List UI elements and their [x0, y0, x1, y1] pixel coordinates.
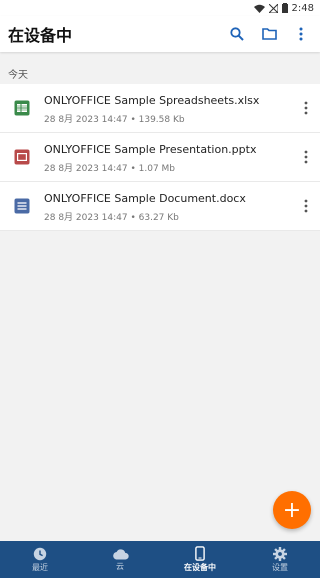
create-fab-button[interactable]: +: [273, 491, 311, 529]
search-icon: [230, 27, 244, 41]
spreadsheet-icon: [14, 100, 30, 116]
file-name: ONLYOFFICE Sample Spreadsheets.xlsx: [44, 93, 260, 107]
more-vertical-icon: [299, 27, 303, 41]
file-more-button[interactable]: [292, 199, 320, 213]
file-name: ONLYOFFICE Sample Presentation.pptx: [44, 142, 257, 156]
more-vertical-icon: [304, 199, 308, 213]
section-header-today: 今天: [8, 70, 28, 81]
gear-icon: [273, 546, 287, 561]
file-row-presentation[interactable]: ONLYOFFICE Sample Presentation.pptx 28 8…: [0, 133, 320, 182]
app-bar: 在设备中: [0, 16, 320, 52]
nav-label: 最近: [32, 562, 48, 572]
folder-icon: [261, 28, 277, 40]
file-meta: 28 8月 2023 14:47 • 139.58 Kb: [44, 114, 185, 125]
wifi-icon: [253, 4, 265, 13]
nav-label: 云: [116, 561, 124, 571]
page-title: 在设备中: [8, 26, 73, 45]
file-row-spreadsheet[interactable]: ONLYOFFICE Sample Spreadsheets.xlsx 28 8…: [0, 84, 320, 133]
file-more-button[interactable]: [292, 150, 320, 164]
cloud-icon: [112, 548, 129, 559]
file-meta: 28 8月 2023 14:47 • 63.27 Kb: [44, 212, 179, 223]
file-list: ONLYOFFICE Sample Spreadsheets.xlsx 28 8…: [0, 84, 320, 231]
status-bar: 2:48: [0, 0, 320, 16]
no-signal-icon: [268, 3, 278, 13]
file-row-document[interactable]: ONLYOFFICE Sample Document.docx 28 8月 20…: [0, 182, 320, 231]
clock-icon: [33, 547, 47, 560]
more-vertical-icon: [304, 101, 308, 115]
folder-button[interactable]: [258, 23, 280, 45]
more-vertical-icon: [304, 150, 308, 164]
nav-item-cloud[interactable]: 云: [80, 541, 160, 578]
presentation-icon: [14, 149, 30, 165]
file-meta: 28 8月 2023 14:47 • 1.07 Mb: [44, 163, 176, 174]
nav-item-settings[interactable]: 设置: [240, 541, 320, 578]
nav-label: 设置: [272, 562, 288, 572]
file-more-button[interactable]: [292, 101, 320, 115]
search-button[interactable]: [226, 23, 248, 45]
overflow-menu-button[interactable]: [290, 23, 312, 45]
bottom-nav: 最近 云 在设备中 设置: [0, 541, 320, 578]
plus-icon: +: [282, 497, 302, 523]
file-name: ONLYOFFICE Sample Document.docx: [44, 191, 246, 205]
nav-label: 在设备中: [184, 563, 216, 572]
document-icon: [14, 198, 30, 214]
clock-time: 2:48: [291, 2, 314, 14]
nav-item-recent[interactable]: 最近: [0, 541, 80, 578]
nav-item-on-device[interactable]: 在设备中: [160, 541, 240, 578]
phone-icon: [195, 546, 205, 561]
battery-icon: [281, 3, 288, 13]
